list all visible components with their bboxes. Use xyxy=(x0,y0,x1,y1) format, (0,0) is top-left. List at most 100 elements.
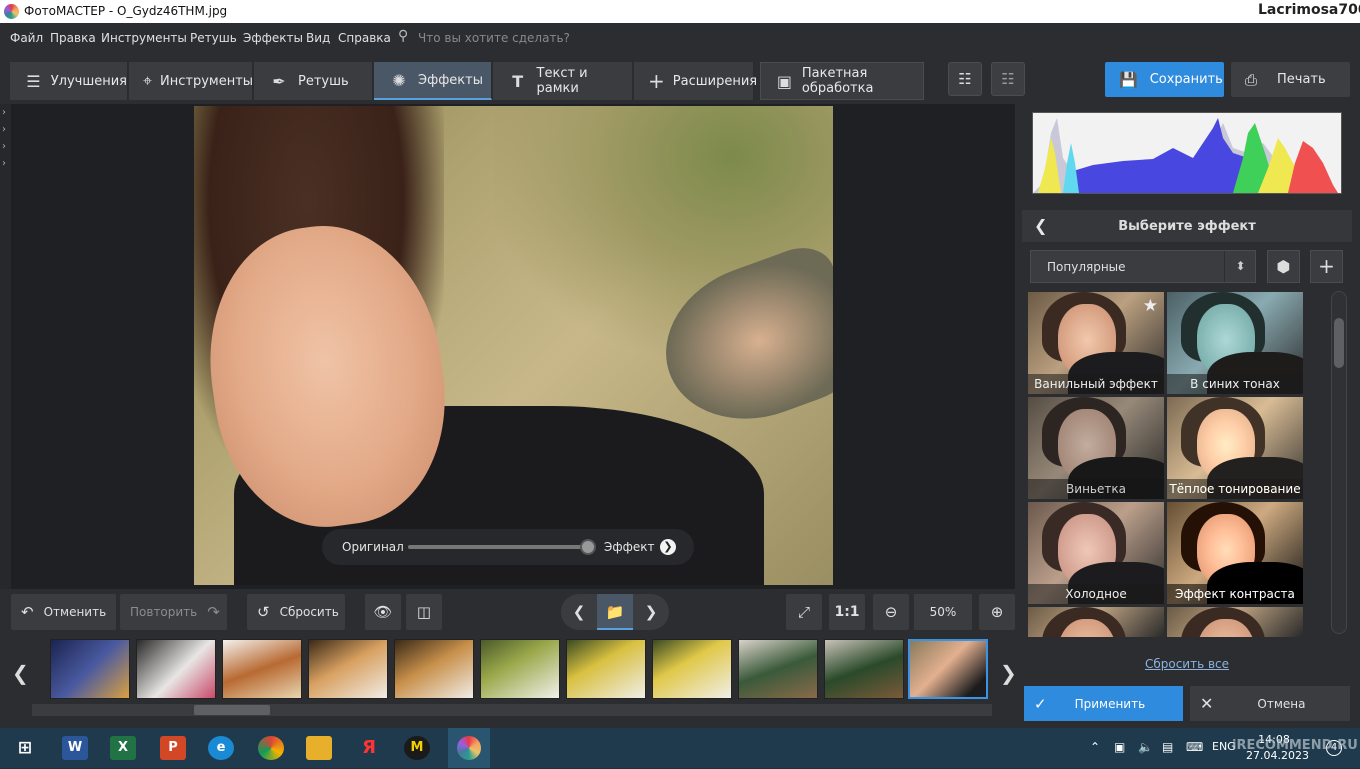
save-button[interactable]: 💾 Сохранить xyxy=(1105,62,1224,97)
batch-processing-button[interactable]: ▣ Пакетная обработка xyxy=(760,62,924,100)
thumbnail[interactable] xyxy=(308,639,388,699)
word-icon[interactable]: W xyxy=(62,736,88,760)
thumbnail[interactable] xyxy=(136,639,216,699)
folder-icon[interactable]: 📁 xyxy=(597,594,633,630)
menu-retouch[interactable]: Ретушь xyxy=(190,31,237,45)
thumbnail[interactable] xyxy=(824,639,904,699)
effects-scrollbar[interactable] xyxy=(1331,291,1347,634)
tab-tools[interactable]: ⌖ Инструменты xyxy=(129,62,253,100)
sort-arrows-icon[interactable]: ⬍ xyxy=(1224,251,1256,282)
redo-button[interactable]: Повторить ↷ xyxy=(120,594,227,630)
category-select[interactable]: Популярные ⬍ xyxy=(1030,250,1256,283)
powerpoint-icon[interactable]: P xyxy=(160,736,186,760)
compare-split-button[interactable]: ◫ xyxy=(406,594,442,630)
windows-taskbar: ⊞ W X P e Я M ⌃ ▣ 🔈 ▤ ⌨ ENG 14:08 27.04.… xyxy=(0,728,1360,768)
tab-extensions[interactable]: + Расширения xyxy=(634,62,757,100)
thumbnail[interactable] xyxy=(480,639,560,699)
excel-icon[interactable]: X xyxy=(110,736,136,760)
star-icon[interactable]: ★ xyxy=(1143,296,1158,316)
zoom-out-button[interactable]: ⊖ xyxy=(873,594,909,630)
menu-effects[interactable]: Эффекты xyxy=(243,31,303,45)
chevron-right-icon[interactable]: › xyxy=(0,121,11,138)
scrollbar-thumb[interactable] xyxy=(1334,318,1344,368)
menu-view[interactable]: Вид xyxy=(306,31,330,45)
thumbnail-selected[interactable] xyxy=(908,639,988,699)
reset-all-link[interactable]: Сбросить все xyxy=(1022,657,1352,671)
thumbnail[interactable] xyxy=(394,639,474,699)
tray-chevron-icon[interactable]: ⌃ xyxy=(1090,740,1100,754)
print-button[interactable]: ⎙ Печать xyxy=(1231,62,1350,97)
compare-slider-handle[interactable] xyxy=(580,539,596,555)
add-preset-button[interactable]: ☷ xyxy=(948,62,982,96)
watermark: iRECOMMEND.RU xyxy=(1232,738,1358,753)
effect-vanilla[interactable]: ★ Ванильный эффект xyxy=(1028,292,1164,394)
chevron-right-icon[interactable]: › xyxy=(0,138,11,155)
search-input[interactable]: Что вы хотите сделать? xyxy=(418,31,570,45)
menu-edit[interactable]: Правка xyxy=(50,31,96,45)
reset-button[interactable]: ↺ Сбросить xyxy=(247,594,345,630)
floppy-icon: 💾 xyxy=(1119,70,1138,89)
windows-start-icon[interactable]: ⊞ xyxy=(12,736,38,760)
preview-eye-button[interactable]: 👁 xyxy=(365,594,401,630)
filmstrip-next-icon[interactable]: ❯ xyxy=(1000,661,1017,685)
thumbnail[interactable] xyxy=(738,639,818,699)
effect-cold-toning[interactable]: Холодное тонирование xyxy=(1028,502,1164,604)
keyboard-icon[interactable]: ⌨ xyxy=(1186,740,1203,754)
main-photo[interactable] xyxy=(194,106,833,585)
tab-effects[interactable]: ✺ Эффекты xyxy=(374,62,492,100)
yandex-browser-icon[interactable]: Я xyxy=(356,736,382,760)
effect-cube-button[interactable]: ⬢ xyxy=(1267,250,1300,283)
zoom-in-button[interactable]: ⊕ xyxy=(979,594,1015,630)
apply-label: Применить xyxy=(1074,696,1146,711)
expand-icon: ⤢ xyxy=(797,603,810,621)
thumbnail[interactable] xyxy=(222,639,302,699)
compare-slider-bar: Оригинал Эффект ❯ xyxy=(322,529,694,565)
tab-text-frames[interactable]: T Текст и рамки xyxy=(493,62,633,100)
apply-button[interactable]: ✓ Применить xyxy=(1024,686,1183,721)
volume-icon[interactable]: 🔈 xyxy=(1138,740,1153,754)
thumbnail[interactable] xyxy=(652,639,732,699)
tab-retouch[interactable]: ✒ Ретушь xyxy=(254,62,373,100)
sliders-icon: ☰ xyxy=(26,71,41,91)
effect-warm-toning[interactable]: Тёплое тонирование xyxy=(1167,397,1303,499)
add-effect-button[interactable]: + xyxy=(1310,250,1343,283)
thumbnail[interactable] xyxy=(566,639,646,699)
chevron-right-icon[interactable]: › xyxy=(0,104,11,121)
filmstrip-prev-icon[interactable]: ❮ xyxy=(12,661,29,685)
next-image-button[interactable]: ❯ xyxy=(633,594,669,630)
file-explorer-icon[interactable] xyxy=(306,736,332,760)
compare-slider-track[interactable] xyxy=(408,545,594,549)
network-icon[interactable]: ▣ xyxy=(1114,740,1125,754)
tab-label: Улучшения xyxy=(50,73,127,89)
effect-blue-tones[interactable]: В синих тонах xyxy=(1167,292,1303,394)
download-preset-button[interactable]: ☷ xyxy=(991,62,1025,96)
effect-contrast[interactable]: Эффект контраста xyxy=(1167,502,1303,604)
camera-icon[interactable]: ▤ xyxy=(1162,740,1173,754)
edge-icon[interactable]: e xyxy=(208,736,234,760)
effect-vignette[interactable]: Виньетка xyxy=(1028,397,1164,499)
menu-file[interactable]: Файл xyxy=(10,31,43,45)
filmstrip-scrollbar[interactable] xyxy=(32,704,992,716)
yandex-market-icon[interactable]: M xyxy=(404,736,430,760)
search-icon[interactable]: ⚲ xyxy=(398,28,408,44)
tab-label: Текст и рамки xyxy=(536,66,588,96)
chrome-icon[interactable] xyxy=(258,736,284,760)
effect-partial[interactable] xyxy=(1167,607,1303,637)
prev-image-button[interactable]: ❮ xyxy=(561,594,597,630)
menu-tools[interactable]: Инструменты xyxy=(101,31,187,45)
menu-help[interactable]: Справка xyxy=(338,31,391,45)
zoom-1to1-button[interactable]: 1:1 xyxy=(829,594,865,630)
left-collapse-strip[interactable]: › › › › xyxy=(0,104,11,589)
thumbnail[interactable] xyxy=(50,639,130,699)
reset-label: Сбросить xyxy=(279,605,339,619)
chevron-right-icon[interactable]: › xyxy=(0,155,11,172)
undo-button[interactable]: ↶ Отменить xyxy=(11,594,116,630)
fotomaster-taskbar-button[interactable] xyxy=(448,728,490,768)
effect-partial[interactable] xyxy=(1028,607,1164,637)
cancel-button[interactable]: ✕ Отмена xyxy=(1190,686,1350,721)
tab-enhancements[interactable]: ☰ Улучшения xyxy=(10,62,128,100)
arrow-right-icon[interactable]: ❯ xyxy=(660,539,676,555)
effects-header-title: Выберите эффект xyxy=(1118,219,1256,234)
fit-screen-button[interactable]: ⤢ xyxy=(786,594,822,630)
scrollbar-thumb[interactable] xyxy=(194,705,270,715)
